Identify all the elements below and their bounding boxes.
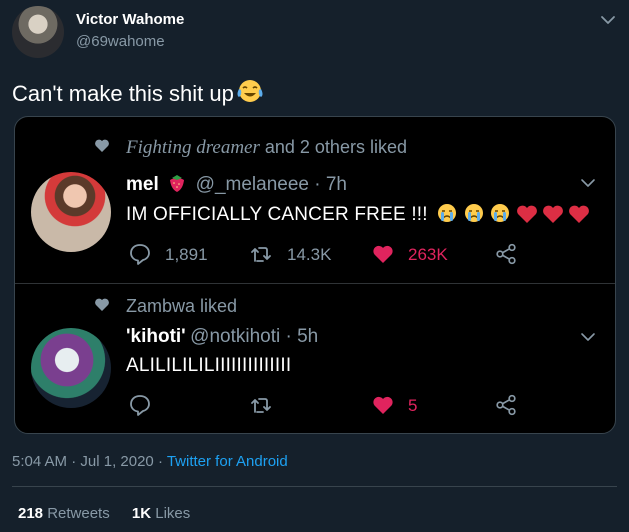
- liked-by-suffix: liked: [195, 296, 238, 316]
- heart-filled-icon: [373, 396, 393, 414]
- embedded-author-handle: @_melaneee: [195, 174, 309, 195]
- embedded-author-name: mel: [126, 174, 159, 195]
- embedded-avatar-kihoti: [31, 328, 111, 408]
- heart-small-icon: [95, 139, 109, 152]
- embedded-text: IM OFFICIALLY CANCER FREE !!!: [126, 204, 428, 225]
- heart-small-icon: [95, 298, 109, 311]
- red-heart-emoji-icon: [516, 205, 537, 223]
- embedded-author-handle: @notkihoti: [190, 326, 281, 347]
- red-heart-emoji-icon: [543, 205, 563, 223]
- liked-by-row: Fighting dreamer and 2 others liked: [126, 137, 407, 159]
- embedded-emoji-row: [436, 202, 590, 229]
- heart-filled-icon: [373, 245, 393, 263]
- liked-by-row: Zambwa liked: [126, 296, 237, 317]
- embedded-author-name: 'kihoti': [126, 326, 186, 347]
- embedded-time: · 7h: [308, 174, 347, 195]
- likes-label: Likes: [151, 505, 191, 522]
- like-count: 5: [408, 396, 418, 415]
- embed-divider: [15, 283, 615, 284]
- retweets-label: Retweets: [43, 505, 110, 522]
- crying-face-emoji-icon: [464, 204, 483, 222]
- share-icon: [496, 243, 516, 265]
- chevron-down-icon[interactable]: [598, 10, 618, 30]
- retweets-count: 218: [18, 505, 44, 522]
- likes-count: 1K: [131, 505, 152, 522]
- embedded-author-row: 'kihoti' @notkihoti · 5h: [126, 326, 318, 348]
- tweet-source-link[interactable]: Twitter for Android: [167, 453, 288, 470]
- chevron-down-icon: [581, 333, 595, 341]
- liked-by-name: Zambwa: [126, 296, 196, 316]
- likes-stat[interactable]: 1K Likes: [132, 505, 190, 522]
- strawberry-emoji-icon: [170, 175, 185, 192]
- reply-icon: [130, 244, 150, 265]
- red-heart-emoji-icon: [569, 205, 590, 223]
- chevron-down-icon: [581, 179, 595, 187]
- crying-face-emoji-icon: [491, 204, 510, 222]
- author-avatar[interactable]: [12, 6, 64, 58]
- author-handle[interactable]: @69wahome: [76, 33, 165, 50]
- embedded-time: · 5h: [280, 326, 319, 347]
- retweet-icon: [251, 247, 271, 262]
- liked-by-name: Fighting dreamer: [126, 137, 260, 158]
- stats-divider: [12, 486, 617, 487]
- meta-separator: ·: [153, 453, 167, 470]
- embedded-text-row: IM OFFICIALLY CANCER FREE !!!: [126, 202, 590, 229]
- embedded-author-row: mel @_melaneee · 7h: [126, 173, 347, 196]
- tweet-date[interactable]: Jul 1, 2020: [80, 453, 153, 470]
- tears-of-joy-emoji-icon: [237, 80, 263, 102]
- retweet-icon: [251, 398, 271, 413]
- tweet-stats: 218 Retweets 1K Likes: [18, 505, 190, 522]
- tweet-time[interactable]: 5:04 AM: [12, 453, 67, 470]
- tweet-text-content: Can't make this shit up: [12, 81, 234, 106]
- reply-count: 1,891: [165, 245, 208, 264]
- liked-by-suffix: and 2 others liked: [259, 137, 407, 157]
- author-name[interactable]: Victor Wahome: [76, 11, 184, 28]
- share-icon: [496, 394, 516, 416]
- tweet-text: Can't make this shit up: [12, 78, 264, 107]
- like-count: 263K: [408, 245, 448, 264]
- embedded-text: ALILILILILIIIIIIIIIIIIII: [126, 355, 292, 376]
- reply-icon: [130, 395, 150, 416]
- retweet-count: 14.3K: [287, 245, 332, 264]
- tweet-meta: 5:04 AM · Jul 1, 2020 · Twitter for Andr…: [12, 453, 288, 470]
- retweets-stat[interactable]: 218 Retweets: [18, 505, 110, 522]
- meta-separator: ·: [67, 453, 81, 470]
- embedded-avatar-mel: [31, 172, 111, 252]
- crying-face-emoji-icon: [438, 204, 457, 222]
